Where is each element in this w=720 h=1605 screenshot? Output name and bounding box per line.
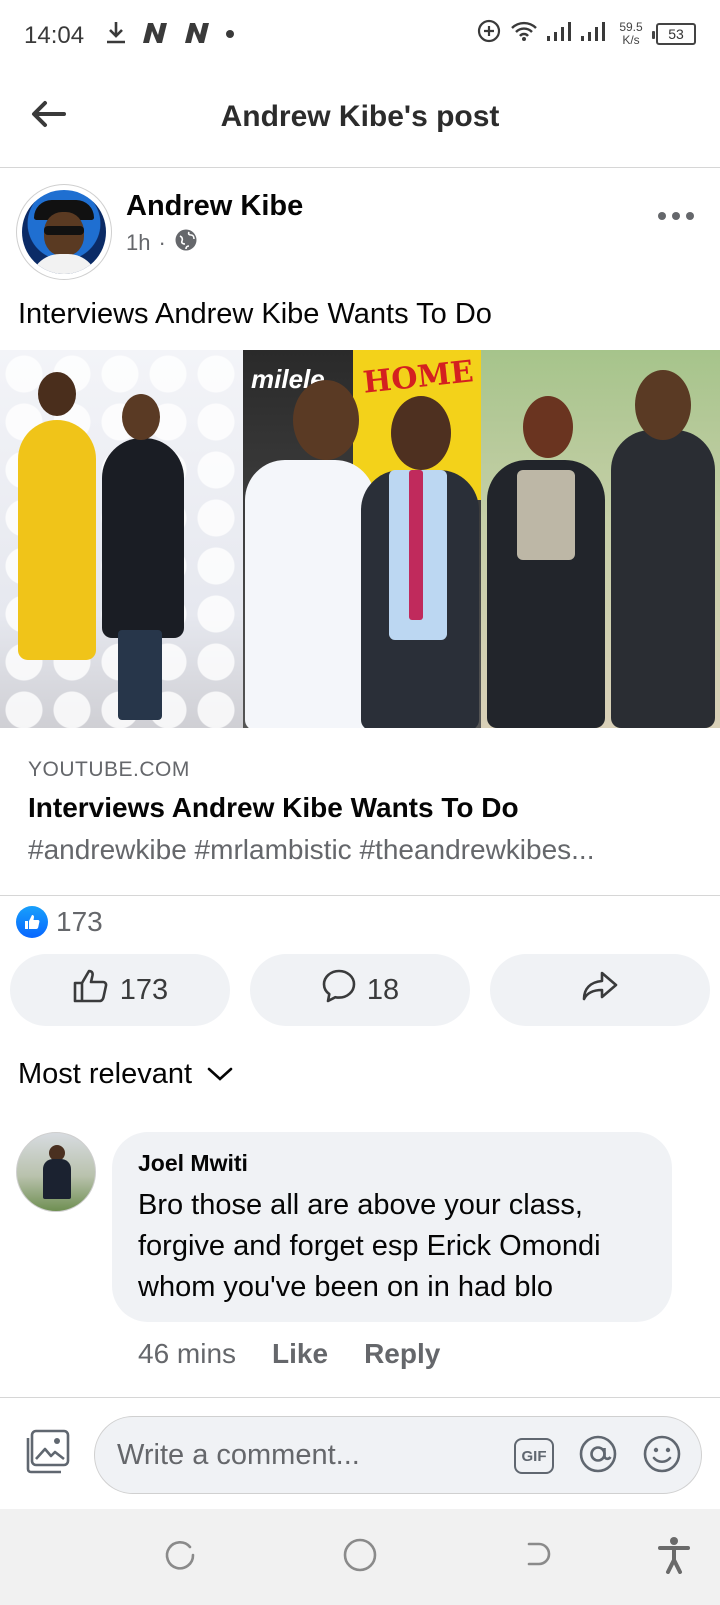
smiley-icon <box>642 1434 682 1479</box>
accessibility-icon <box>657 1536 691 1579</box>
signal-icon <box>546 20 572 47</box>
status-time: 14:04 <box>24 22 85 49</box>
thumbs-up-icon <box>72 968 110 1012</box>
more-dot-icon <box>658 212 666 220</box>
globe-icon <box>174 228 198 258</box>
accessibility-button[interactable] <box>652 1535 696 1579</box>
data-saver-icon <box>476 18 502 49</box>
network-speed-unit: K/s <box>622 32 640 47</box>
comment-like-button[interactable]: Like <box>272 1338 328 1370</box>
author-name[interactable]: Andrew Kibe <box>126 190 303 223</box>
reaction-summary[interactable]: 173 <box>16 906 103 938</box>
recents-button[interactable] <box>158 1535 202 1579</box>
emoji-button[interactable] <box>641 1435 683 1477</box>
photo-button[interactable] <box>22 1428 72 1478</box>
network-speed: 59.5 K/s <box>614 19 648 47</box>
comment-time: 46 mins <box>138 1338 237 1369</box>
download-icon <box>104 20 128 51</box>
sort-label: Most relevant <box>18 1058 193 1090</box>
dot-icon <box>224 27 236 45</box>
link-description: #andrewkibe #mrlambistic #theandrewkibes… <box>28 834 595 865</box>
more-options-button[interactable] <box>652 204 700 228</box>
author-avatar-image <box>22 190 106 274</box>
more-dot-icon <box>686 212 694 220</box>
recents-icon <box>163 1538 197 1577</box>
status-left-icons <box>104 20 236 51</box>
photo-icon <box>23 1428 71 1479</box>
post-actions: 173 18 <box>10 954 710 1026</box>
like-reaction-icon <box>16 906 48 938</box>
post-text: Interviews Andrew Kibe Wants To Do <box>18 298 492 330</box>
comment-sort-dropdown[interactable]: Most relevant <box>18 1058 234 1091</box>
battery-icon: 53 <box>652 22 696 45</box>
battery-level: 53 <box>668 25 684 42</box>
comment-input-container: GIF <box>94 1416 702 1494</box>
network-speed-value: 59.5 <box>619 19 643 34</box>
comment-count: 18 <box>366 973 400 1006</box>
reaction-count: 173 <box>56 906 103 937</box>
signal-icon <box>580 20 606 47</box>
image-panel-3 <box>481 350 720 728</box>
more-dot-icon <box>672 212 680 220</box>
composer-icons: GIF <box>513 1435 683 1477</box>
commenter-avatar[interactable] <box>16 1132 96 1212</box>
comment-text: Bro those all are above your class, forg… <box>138 1189 601 1303</box>
status-right-icons: 59.5 K/s 53 <box>476 18 696 49</box>
system-nav-bar <box>0 1509 720 1605</box>
system-back-button[interactable] <box>516 1535 560 1579</box>
image-panel-2: milele HOME <box>243 350 481 728</box>
comment-button[interactable]: 18 <box>250 954 470 1026</box>
author-avatar[interactable] <box>16 184 112 280</box>
status-bar: 14:04 59.5 K/s 53 <box>0 0 720 72</box>
n-app-icon <box>140 21 170 50</box>
like-count: 173 <box>119 973 169 1006</box>
image-panel-1 <box>0 350 243 728</box>
gif-icon: GIF <box>514 1438 554 1474</box>
link-domain: YOUTUBE.COM <box>28 758 190 781</box>
commenter-name[interactable]: Joel Mwiti <box>138 1150 646 1177</box>
link-title: Interviews Andrew Kibe Wants To Do <box>28 792 519 823</box>
comment-icon <box>321 968 357 1012</box>
comment-input[interactable] <box>117 1417 497 1493</box>
chevron-down-icon <box>206 1058 234 1091</box>
home-button[interactable] <box>338 1535 382 1579</box>
gif-button[interactable]: GIF <box>513 1435 555 1477</box>
meta-separator: · <box>158 230 166 255</box>
n-app-icon <box>182 21 212 50</box>
back-icon <box>521 1538 555 1577</box>
home-icon <box>342 1537 378 1578</box>
comment-reply-button[interactable]: Reply <box>364 1338 440 1370</box>
mention-button[interactable] <box>577 1435 619 1477</box>
like-button[interactable]: 173 <box>10 954 230 1026</box>
link-info[interactable]: YOUTUBE.COM Interviews Andrew Kibe Wants… <box>0 728 720 896</box>
share-arrow-icon <box>581 970 619 1010</box>
comment-bubble[interactable]: Joel Mwiti Bro those all are above your … <box>112 1132 672 1322</box>
page-title: Andrew Kibe's post <box>220 100 500 133</box>
post-meta: 1h · <box>126 228 198 258</box>
post-header: Andrew Kibe 1h · <box>0 168 720 286</box>
share-button[interactable] <box>490 954 710 1026</box>
wifi-icon <box>510 20 538 47</box>
comment-actions: 46 mins Like Reply <box>138 1338 440 1370</box>
at-sign-icon <box>578 1434 618 1479</box>
comment-composer: GIF <box>0 1397 720 1509</box>
app-header: Andrew Kibe's post <box>0 72 720 168</box>
post-time[interactable]: 1h <box>126 230 150 256</box>
link-preview-image[interactable]: milele HOME <box>0 350 720 728</box>
